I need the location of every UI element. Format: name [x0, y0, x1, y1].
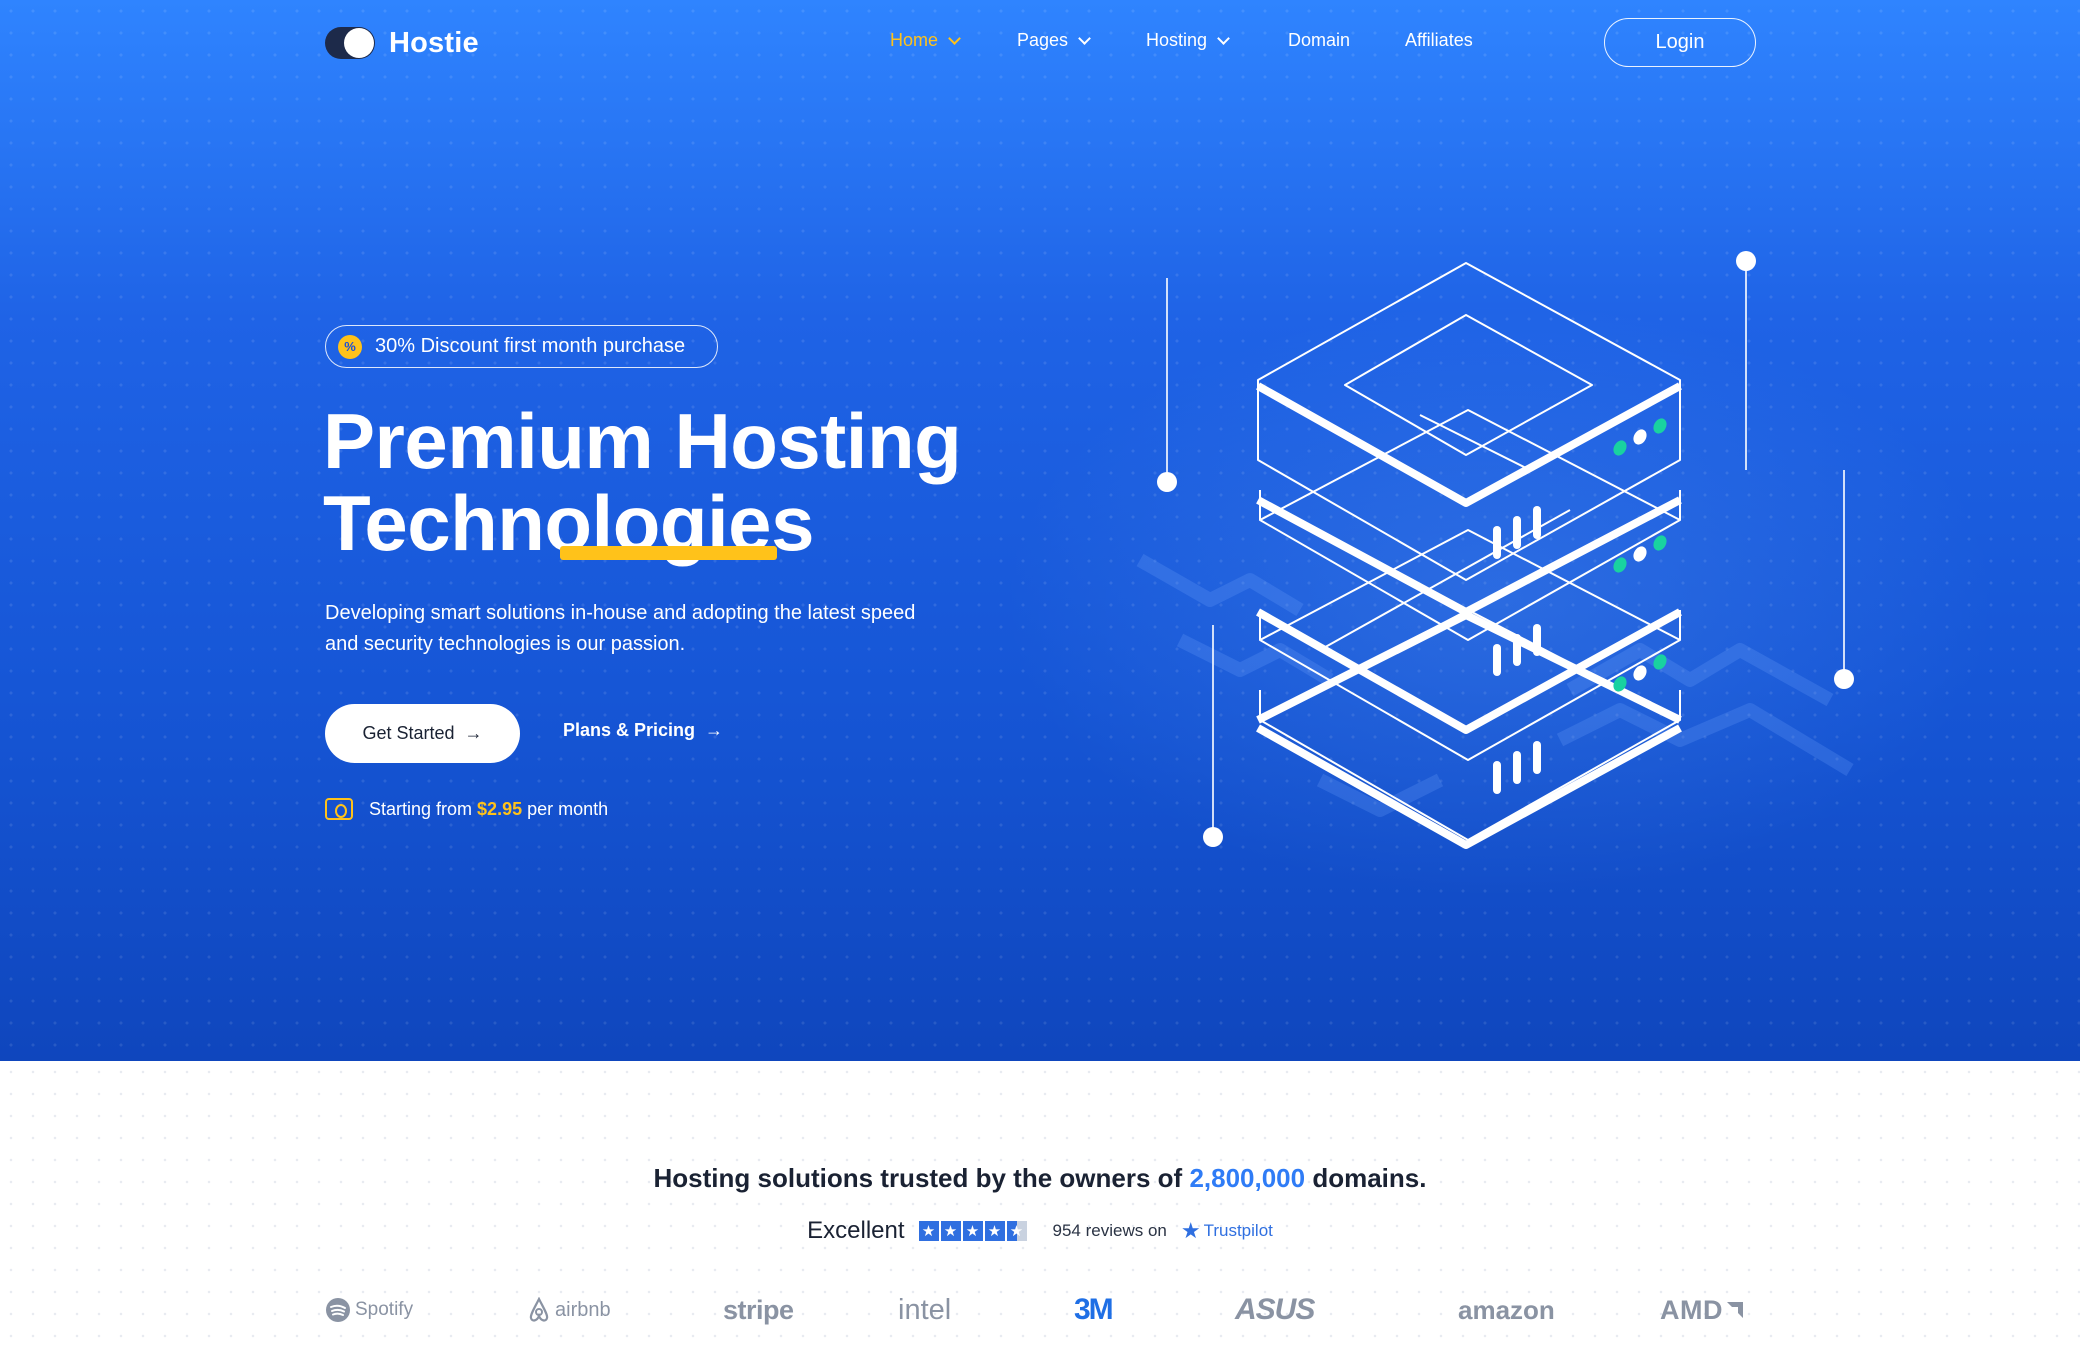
brand-name: airbnb — [555, 1298, 611, 1321]
brand-logo-airbnb: airbnb — [527, 1290, 611, 1330]
logo[interactable]: Hostie — [325, 26, 479, 60]
review-count: 954 reviews on — [1052, 1221, 1167, 1240]
star-icon: ★ — [984, 1221, 1005, 1241]
money-icon — [325, 798, 353, 820]
arrow-right-icon: → — [705, 720, 724, 740]
brand-name: Spotify — [355, 1299, 414, 1320]
starting-price: Starting from $2.95 per month — [325, 798, 608, 820]
brand-logo-asus: ASUS — [1235, 1293, 1315, 1326]
brand-name: AMD — [1660, 1294, 1723, 1325]
trusted-title-prefix: Hosting solutions trusted by the owners … — [653, 1163, 1183, 1193]
plans-pricing-label: Plans & Pricing — [563, 720, 696, 740]
arrow-right-icon: → — [464, 723, 483, 743]
brand-logos: Spotify airbnb stripe intel 3M ASUS amaz… — [325, 1290, 1756, 1330]
nav-affiliates[interactable]: Affiliates — [1405, 30, 1473, 51]
domain-count: 2,800,000 — [1189, 1163, 1306, 1193]
brand-logo-intel: intel — [898, 1293, 952, 1326]
nav-domain-label: Domain — [1288, 30, 1351, 50]
chevron-down-icon — [1078, 31, 1091, 45]
airbnb-icon — [529, 1297, 549, 1322]
trustpilot-star-icon: ★ — [1180, 1218, 1201, 1243]
logo-toggle-icon — [325, 27, 375, 59]
hero-title: Premium Hosting Technologies — [323, 397, 962, 564]
discount-badge[interactable]: % 30% Discount first month purchase — [325, 325, 718, 368]
hero-title-line-1: Premium Hosting — [323, 397, 962, 485]
get-started-label: Get Started — [362, 723, 455, 743]
hero-description: Developing smart solutions in-house and … — [325, 602, 916, 655]
price-value: $2.95 — [477, 798, 523, 819]
login-button[interactable]: Login — [1604, 18, 1756, 67]
server-top-inset — [1344, 314, 1593, 456]
nav-affiliates-label: Affiliates — [1405, 30, 1473, 50]
trustpilot-rating[interactable]: Excellent ★ ★ ★ ★ ★ 954 reviews on ★ Tru… — [0, 1217, 2080, 1245]
nav-domain[interactable]: Domain — [1288, 30, 1350, 51]
plans-pricing-link[interactable]: Plans & Pricing → — [563, 720, 723, 741]
star-icon: ★ — [940, 1221, 961, 1241]
brand-logo-amd: AMD — [1660, 1290, 1745, 1330]
trustpilot-logo[interactable]: ★ Trustpilot — [1181, 1218, 1273, 1244]
logo-text: Hostie — [389, 26, 479, 59]
chevron-down-icon — [1217, 31, 1230, 45]
star-icon: ★ — [962, 1221, 983, 1241]
amd-arrow-icon — [1727, 1302, 1743, 1318]
trusted-title-suffix: domains. — [1312, 1163, 1427, 1193]
brand-logo-spotify: Spotify — [325, 1290, 413, 1330]
percent-icon: % — [338, 334, 362, 359]
nav-home-label: Home — [890, 30, 939, 50]
nav-hosting[interactable]: Hosting — [1146, 30, 1230, 51]
trustpilot-label: Trustpilot — [1203, 1221, 1273, 1240]
nav-pages-label: Pages — [1017, 30, 1069, 50]
badge-text: 30% Discount first month purchase — [375, 335, 686, 357]
rating-label: Excellent — [807, 1217, 905, 1244]
hero-section: Hostie Home Pages Hosting Domain Affilia… — [0, 0, 2080, 1061]
brand-logo-amazon: amazon — [1458, 1294, 1555, 1325]
brand-logo-stripe: stripe — [723, 1294, 794, 1325]
trusted-title: Hosting solutions trusted by the owners … — [0, 1163, 2080, 1194]
nav-hosting-label: Hosting — [1146, 30, 1208, 50]
star-rating: ★ ★ ★ ★ ★ — [918, 1221, 1027, 1241]
server-layers — [1256, 262, 1682, 849]
server-stack-illustration — [1136, 251, 1854, 849]
star-icon: ★ — [918, 1221, 939, 1241]
title-underline-accent — [560, 546, 777, 560]
brand-logo-3m: 3M — [1074, 1293, 1114, 1326]
nav-pages[interactable]: Pages — [1017, 30, 1091, 51]
spotify-icon — [326, 1298, 350, 1322]
get-started-button[interactable]: Get Started → — [325, 704, 520, 763]
half-star-icon: ★ — [1006, 1221, 1027, 1241]
price-prefix: Starting from — [369, 798, 473, 819]
chevron-down-icon — [948, 31, 961, 45]
price-suffix: per month — [527, 798, 609, 819]
nav-home[interactable]: Home — [890, 30, 961, 51]
